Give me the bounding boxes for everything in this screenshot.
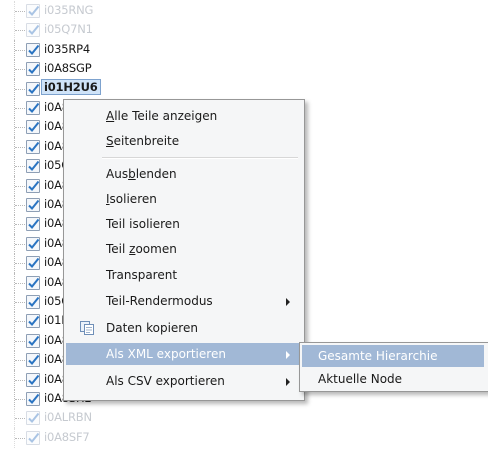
visibility-checkbox[interactable] [26, 217, 40, 232]
tree-item[interactable]: i0A8SF7 [0, 427, 110, 448]
visibility-checkbox[interactable] [26, 62, 40, 77]
checkmark-icon [28, 432, 40, 443]
menu-item-label: Teil-Rendermodus [106, 294, 213, 308]
visibility-checkbox[interactable] [26, 198, 40, 212]
checkmark-icon [28, 161, 40, 172]
menu-item-hide[interactable]: Ausblenden [66, 163, 300, 185]
menu-item-export-csv[interactable]: Als CSV exportieren [66, 370, 300, 392]
checkmark-icon [28, 44, 40, 55]
checkmark-icon [28, 5, 40, 16]
menu-item-label: Teil zoomen [106, 242, 177, 256]
menu-item-label: Aktuelle Node [318, 372, 403, 386]
visibility-checkbox[interactable] [26, 23, 40, 38]
tree-item-label: i035RP4 [44, 41, 90, 56]
visibility-checkbox[interactable] [26, 275, 40, 290]
menu-item-label: Isolieren [106, 192, 157, 206]
tree-item[interactable]: i0ALRBN [0, 408, 110, 429]
visibility-checkbox[interactable] [26, 81, 40, 96]
checkmark-icon [28, 374, 40, 385]
menu-item-label: Transparent [106, 268, 178, 282]
checkmark-icon [28, 296, 40, 307]
tree-item-label: i0ALRBN [44, 410, 92, 425]
checkmark-icon [28, 258, 40, 269]
checkmark-icon [28, 141, 40, 152]
tree-item[interactable]: i05Q7N1 [0, 20, 110, 41]
visibility-checkbox[interactable] [26, 4, 40, 18]
menu-item-label: Daten kopieren [106, 321, 198, 335]
visibility-checkbox[interactable] [26, 333, 40, 348]
context-menu: Alle Teile anzeigen Seitenbreite Ausblende… [63, 99, 305, 401]
visibility-checkbox[interactable] [26, 42, 40, 57]
visibility-checkbox[interactable] [26, 353, 40, 368]
tree-item[interactable]: i0A8SGP [0, 59, 110, 80]
menu-item-label: Als XML exportieren [106, 347, 226, 361]
checkmark-icon [28, 102, 40, 113]
menu-item-label: Seitenbreite [106, 134, 180, 148]
checkmark-icon [28, 83, 40, 94]
tree-item-label: i0A8SF7 [44, 429, 90, 444]
visibility-checkbox[interactable] [26, 139, 40, 154]
submenu-arrow-icon [286, 298, 290, 306]
visibility-checkbox[interactable] [26, 430, 40, 445]
menu-item-label: Ausblenden [106, 167, 177, 181]
tree-item-label: i0A8SGP [44, 61, 92, 76]
submenu-item-full-hierarchy[interactable]: Gesamte Hierarchie [302, 345, 484, 367]
visibility-checkbox[interactable] [26, 178, 40, 193]
menu-item-isolate[interactable]: Isolieren [66, 188, 300, 210]
menu-item-render-mode[interactable]: Teil-Rendermodus [66, 290, 300, 312]
checkmark-icon [28, 316, 40, 327]
checkmark-icon [28, 199, 40, 210]
visibility-checkbox[interactable] [26, 101, 40, 115]
checkmark-icon [28, 355, 40, 366]
menu-item-export-xml[interactable]: Als XML exportieren [66, 343, 300, 365]
menu-item-transparent[interactable]: Transparent [66, 264, 300, 286]
menu-item-show-all-parts[interactable]: Alle Teile anzeigen [66, 105, 300, 127]
visibility-checkbox[interactable] [26, 392, 40, 406]
visibility-checkbox[interactable] [26, 159, 40, 174]
checkmark-icon [28, 335, 40, 346]
tree-item-label: i035RNG [44, 3, 94, 17]
menu-item-page-width[interactable]: Seitenbreite [66, 130, 300, 152]
tree-item[interactable]: i035RNG [0, 1, 110, 21]
submenu-arrow-icon [286, 351, 290, 359]
tree-item-label: i05Q7N1 [44, 22, 93, 37]
tree-item[interactable]: i01H2U6 [0, 78, 110, 99]
submenu-item-current-node[interactable]: Aktuelle Node [302, 368, 484, 390]
menu-item-zoom-part[interactable]: Teil zoomen [66, 238, 300, 260]
checkmark-icon [28, 25, 40, 36]
menu-item-label: Teil isolieren [106, 217, 180, 231]
visibility-checkbox[interactable] [26, 120, 40, 135]
checkmark-icon [28, 238, 40, 249]
menu-separator [102, 157, 298, 159]
visibility-checkbox[interactable] [26, 314, 40, 329]
visibility-checkbox[interactable] [26, 295, 40, 309]
checkmark-icon [28, 393, 40, 404]
visibility-checkbox[interactable] [26, 411, 40, 426]
checkmark-icon [28, 219, 40, 230]
submenu-arrow-icon [286, 378, 290, 386]
copy-data-icon [79, 320, 95, 336]
visibility-checkbox[interactable] [26, 256, 40, 271]
export-xml-submenu: Gesamte Hierarchie Aktuelle Node [299, 342, 488, 392]
tree-item-label: i01H2U6 [41, 78, 101, 95]
menu-item-label: Als CSV exportieren [106, 374, 225, 388]
checkmark-icon [28, 413, 40, 424]
menu-item-label: Gesamte Hierarchie [318, 349, 438, 363]
visibility-checkbox[interactable] [26, 236, 40, 251]
checkmark-icon [28, 277, 40, 288]
checkmark-icon [28, 122, 40, 133]
menu-item-label: Alle Teile anzeigen [106, 109, 218, 123]
tree-item[interactable]: i035RP4 [0, 39, 110, 60]
checkmark-icon [28, 64, 40, 75]
menu-item-isolate-part[interactable]: Teil isolieren [66, 213, 300, 235]
visibility-checkbox[interactable] [26, 372, 40, 387]
menu-item-copy-data[interactable]: Daten kopieren [66, 317, 300, 339]
checkmark-icon [28, 180, 40, 191]
